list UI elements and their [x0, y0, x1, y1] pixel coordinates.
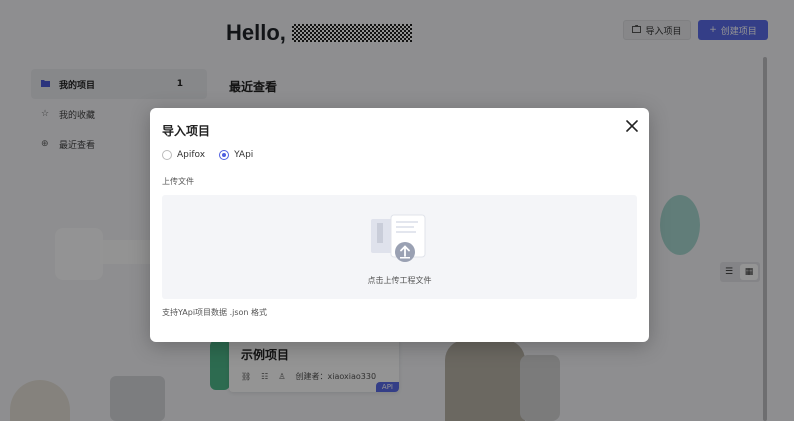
dropzone-text: 点击上传工程文件: [367, 276, 432, 285]
import-source-radio-group: Apifox YApi: [162, 150, 253, 160]
close-icon[interactable]: [624, 118, 640, 134]
upload-illustration-icon: [369, 211, 429, 262]
radio-yapi[interactable]: YApi: [219, 150, 253, 160]
upload-file-label: 上传文件: [162, 177, 194, 186]
radio-label: Apifox: [177, 150, 206, 160]
dialog-title: 导入项目: [162, 124, 211, 138]
format-hint: 支持YApi项目数据 .json 格式: [162, 308, 268, 317]
upload-dropzone[interactable]: 点击上传工程文件: [162, 195, 637, 299]
radio-indicator: [162, 150, 172, 160]
radio-indicator: [219, 150, 230, 160]
import-project-dialog: 导入项目 Apifox YApi 上传文件 点击上传工程文件 支持YApi项目数…: [150, 108, 649, 342]
radio-label: YApi: [234, 150, 254, 160]
radio-apifox[interactable]: Apifox: [162, 150, 205, 160]
